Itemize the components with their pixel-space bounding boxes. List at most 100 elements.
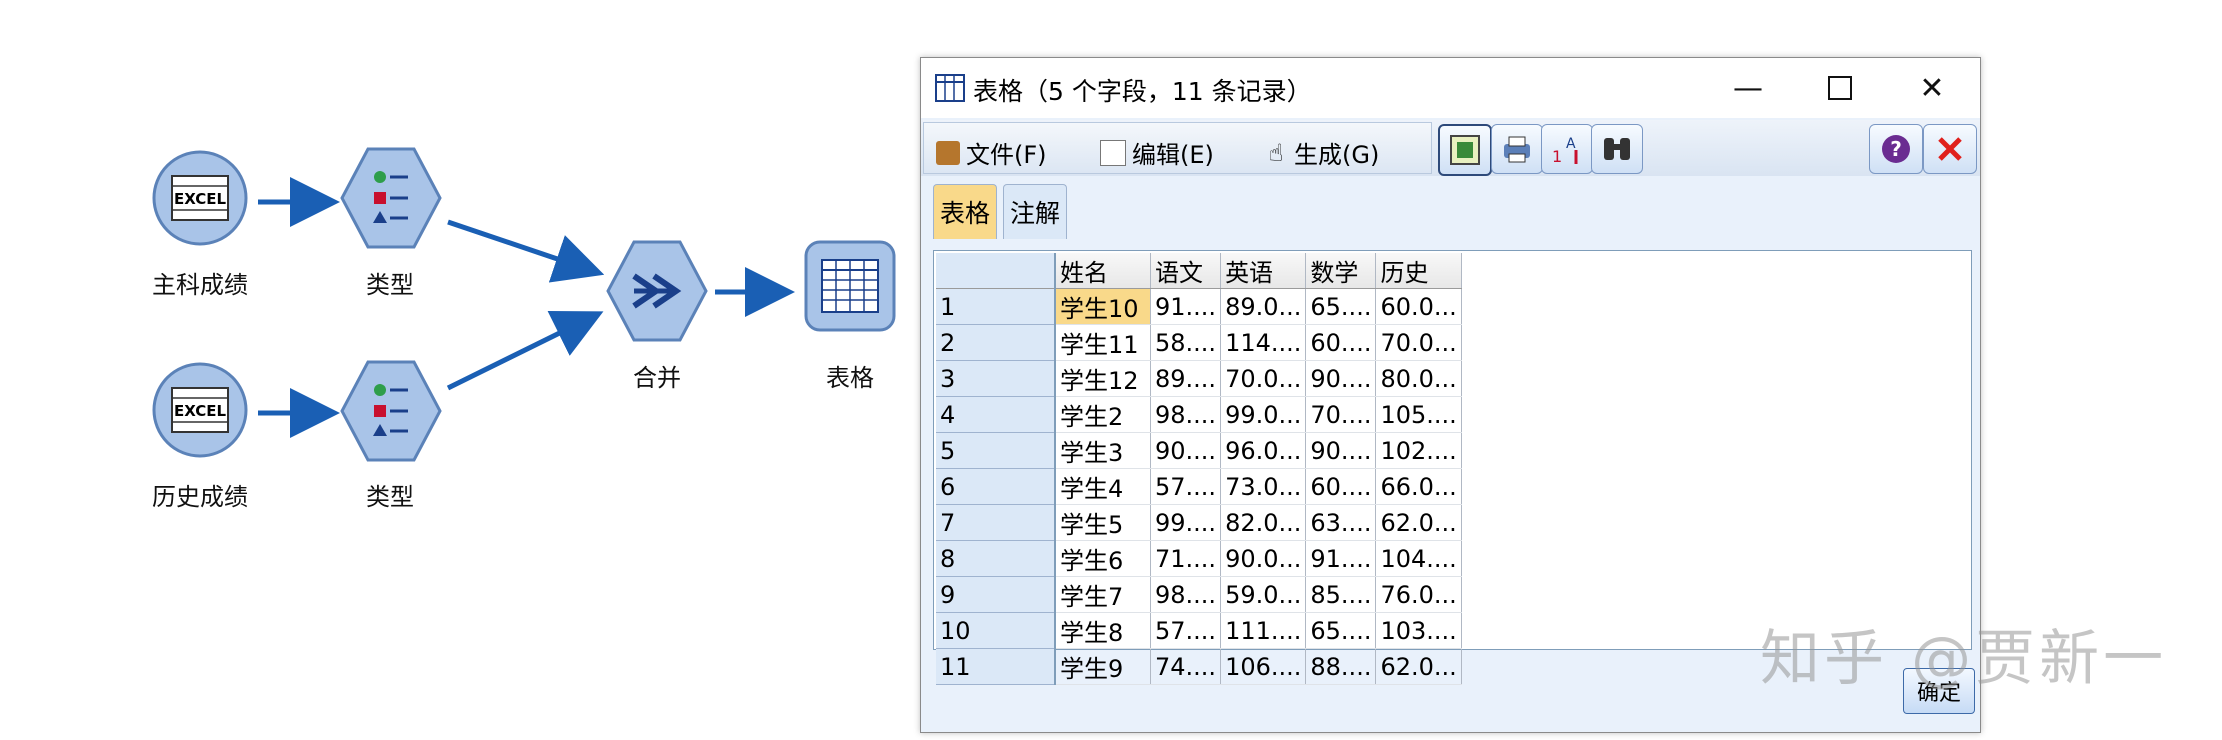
close-output-button[interactable] <box>1923 124 1977 174</box>
column-header[interactable]: 英语 <box>1220 253 1307 289</box>
excel-icon[interactable]: EXCEL <box>150 360 250 460</box>
table-cell[interactable]: 90.... <box>1150 432 1222 469</box>
table-cell[interactable]: 62.0... <box>1375 648 1462 685</box>
table-cell[interactable]: 99.0... <box>1220 396 1307 433</box>
table-row[interactable]: 5 学生3 90.... 96.0... 90.... 102.... <box>936 432 1462 469</box>
data-grid[interactable]: 姓名 语文 英语 数学 历史 1 学生10 91.... 89.0... 65.... 6… <box>933 250 1972 685</box>
table-cell[interactable]: 82.0... <box>1220 504 1307 541</box>
table-row[interactable]: 3 学生12 89.... 70.0... 90.... 80.0... <box>936 360 1462 397</box>
table-row[interactable]: 11 学生9 74.... 106.... 88.... 62.0... <box>936 648 1462 685</box>
table-cell[interactable]: 学生9 <box>1055 648 1151 685</box>
table-cell[interactable]: 89.... <box>1150 360 1222 397</box>
column-header[interactable]: 语文 <box>1150 253 1222 289</box>
help-button[interactable]: ? <box>1869 124 1923 174</box>
table-cell[interactable]: 96.0... <box>1220 432 1307 469</box>
table-cell[interactable]: 学生4 <box>1055 468 1151 505</box>
table-cell[interactable]: 89.0... <box>1220 288 1307 325</box>
menu-file[interactable]: 文件(F) <box>936 135 1047 170</box>
type-node-icon[interactable] <box>338 358 444 464</box>
table-cell[interactable]: 71.... <box>1150 540 1222 577</box>
table-cell[interactable]: 98.... <box>1150 396 1222 433</box>
row-number[interactable]: 5 <box>936 432 1056 469</box>
table-cell[interactable]: 102.... <box>1375 432 1462 469</box>
table-cell[interactable]: 90.... <box>1305 360 1377 397</box>
row-number[interactable]: 10 <box>936 612 1056 649</box>
table-row[interactable]: 7 学生5 99.... 82.0... 63.... 62.0... <box>936 504 1462 541</box>
insert-node-button[interactable] <box>1438 124 1492 176</box>
table-cell[interactable]: 学生7 <box>1055 576 1151 613</box>
table-cell[interactable]: 74.... <box>1150 648 1222 685</box>
menu-generate[interactable]: ☝ 生成(G) <box>1264 135 1380 170</box>
row-number[interactable]: 11 <box>936 648 1056 685</box>
column-header[interactable]: 数学 <box>1305 253 1377 289</box>
table-row[interactable]: 10 学生8 57.... 111.... 65.... 103.... <box>936 612 1462 649</box>
title-bar[interactable]: 表格（5 个字段，11 条记录） — ✕ <box>921 58 1980 118</box>
table-cell[interactable]: 98.... <box>1150 576 1222 613</box>
type-node-icon[interactable] <box>338 145 444 251</box>
table-cell[interactable]: 学生3 <box>1055 432 1151 469</box>
table-cell[interactable]: 90.0... <box>1220 540 1307 577</box>
table-cell[interactable]: 60.0... <box>1375 288 1462 325</box>
maximize-button[interactable] <box>1794 58 1886 118</box>
table-cell[interactable]: 57.... <box>1150 468 1222 505</box>
table-cell[interactable]: 学生11 <box>1055 324 1151 361</box>
table-row[interactable]: 1 学生10 91.... 89.0... 65.... 60.0... <box>936 288 1462 325</box>
table-cell[interactable]: 91.... <box>1305 540 1377 577</box>
table-cell[interactable]: 学生6 <box>1055 540 1151 577</box>
minimize-button[interactable]: — <box>1702 58 1794 118</box>
table-row[interactable]: 6 学生4 57.... 73.0... 60.... 66.0... <box>936 468 1462 505</box>
table-icon[interactable] <box>802 238 898 334</box>
table-cell[interactable]: 学生10 <box>1055 288 1151 325</box>
table-cell[interactable]: 60.... <box>1305 324 1377 361</box>
table-cell[interactable]: 65.... <box>1305 612 1377 649</box>
row-number[interactable]: 2 <box>936 324 1056 361</box>
tab-table[interactable]: 表格 <box>933 184 997 239</box>
close-button[interactable]: ✕ <box>1886 58 1978 118</box>
table-cell[interactable]: 99.... <box>1150 504 1222 541</box>
table-cell[interactable]: 70.... <box>1305 396 1377 433</box>
table-cell[interactable]: 58.... <box>1150 324 1222 361</box>
table-row[interactable]: 8 学生6 71.... 90.0... 91.... 104.... <box>936 540 1462 577</box>
table-cell[interactable]: 学生5 <box>1055 504 1151 541</box>
sort-button[interactable]: 1A <box>1541 124 1593 174</box>
table-cell[interactable]: 85.... <box>1305 576 1377 613</box>
table-cell[interactable]: 106.... <box>1220 648 1307 685</box>
table-row[interactable]: 9 学生7 98.... 59.0... 85.... 76.0... <box>936 576 1462 613</box>
print-button[interactable] <box>1491 124 1543 174</box>
excel-icon[interactable]: EXCEL <box>150 148 250 248</box>
column-header[interactable]: 历史 <box>1375 253 1462 289</box>
table-cell[interactable]: 57.... <box>1150 612 1222 649</box>
table-cell[interactable]: 103.... <box>1375 612 1462 649</box>
row-number[interactable]: 8 <box>936 540 1056 577</box>
table-cell[interactable]: 66.0... <box>1375 468 1462 505</box>
find-button[interactable] <box>1591 124 1643 174</box>
row-number[interactable]: 3 <box>936 360 1056 397</box>
column-header[interactable]: 姓名 <box>1055 253 1151 289</box>
table-cell[interactable]: 59.0... <box>1220 576 1307 613</box>
tab-annotations[interactable]: 注解 <box>1003 184 1067 239</box>
table-cell[interactable]: 114.... <box>1220 324 1307 361</box>
row-number[interactable]: 9 <box>936 576 1056 613</box>
table-cell[interactable]: 76.0... <box>1375 576 1462 613</box>
merge-icon[interactable] <box>604 238 710 344</box>
table-cell[interactable]: 90.... <box>1305 432 1377 469</box>
table-cell[interactable]: 80.0... <box>1375 360 1462 397</box>
table-cell[interactable]: 105.... <box>1375 396 1462 433</box>
table-cell[interactable]: 63.... <box>1305 504 1377 541</box>
row-number[interactable]: 4 <box>936 396 1056 433</box>
row-number[interactable]: 6 <box>936 468 1056 505</box>
table-cell[interactable]: 65.... <box>1305 288 1377 325</box>
table-row[interactable]: 4 学生2 98.... 99.0... 70.... 105.... <box>936 396 1462 433</box>
table-row[interactable]: 2 学生11 58.... 114.... 60.... 70.0... <box>936 324 1462 361</box>
row-number[interactable]: 7 <box>936 504 1056 541</box>
table-cell[interactable]: 学生2 <box>1055 396 1151 433</box>
row-number[interactable]: 1 <box>936 288 1056 325</box>
table-cell[interactable]: 70.0... <box>1220 360 1307 397</box>
table-cell[interactable]: 60.... <box>1305 468 1377 505</box>
table-cell[interactable]: 学生8 <box>1055 612 1151 649</box>
table-cell[interactable]: 62.0... <box>1375 504 1462 541</box>
table-cell[interactable]: 104.... <box>1375 540 1462 577</box>
table-cell[interactable]: 91.... <box>1150 288 1222 325</box>
table-cell[interactable]: 88.... <box>1305 648 1377 685</box>
menu-edit[interactable]: 编辑(E) <box>1100 135 1214 170</box>
